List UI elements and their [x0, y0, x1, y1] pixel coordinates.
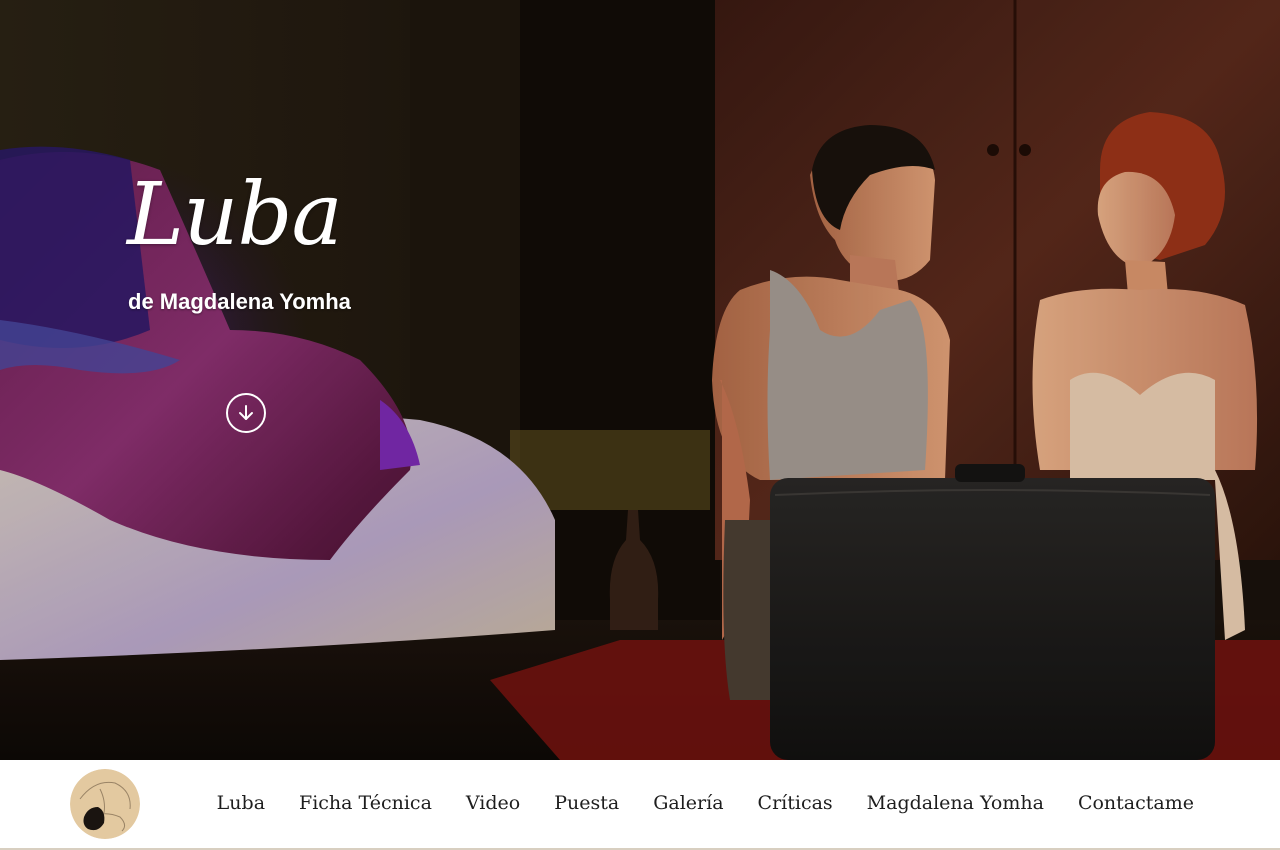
nav-item-contactame[interactable]: Contactame	[1078, 792, 1194, 814]
nav-item-luba[interactable]: Luba	[217, 792, 265, 814]
site-logo[interactable]	[70, 769, 140, 839]
nav-item-video[interactable]: Video	[466, 792, 520, 814]
luba-logo-icon	[70, 769, 140, 839]
nav-item-criticas[interactable]: Críticas	[758, 792, 833, 814]
hero-background-image	[0, 0, 1280, 760]
hero-subtitle: de Magdalena Yomha	[128, 289, 351, 314]
scroll-down-button[interactable]	[226, 393, 266, 433]
main-navigation: Luba Ficha Técnica Video Puesta Galería …	[0, 760, 1280, 850]
nav-item-magdalena-yomha[interactable]: Magdalena Yomha	[867, 792, 1044, 814]
nav-item-ficha-tecnica[interactable]: Ficha Técnica	[299, 792, 432, 814]
hero-title: Luba	[127, 165, 343, 265]
nav-item-puesta[interactable]: Puesta	[554, 792, 619, 814]
nav-item-galeria[interactable]: Galería	[653, 792, 723, 814]
hero-section: Luba de Magdalena Yomha	[0, 0, 1280, 760]
arrow-down-icon	[239, 405, 253, 420]
nav-menu: Luba Ficha Técnica Video Puesta Galería …	[217, 760, 1194, 846]
